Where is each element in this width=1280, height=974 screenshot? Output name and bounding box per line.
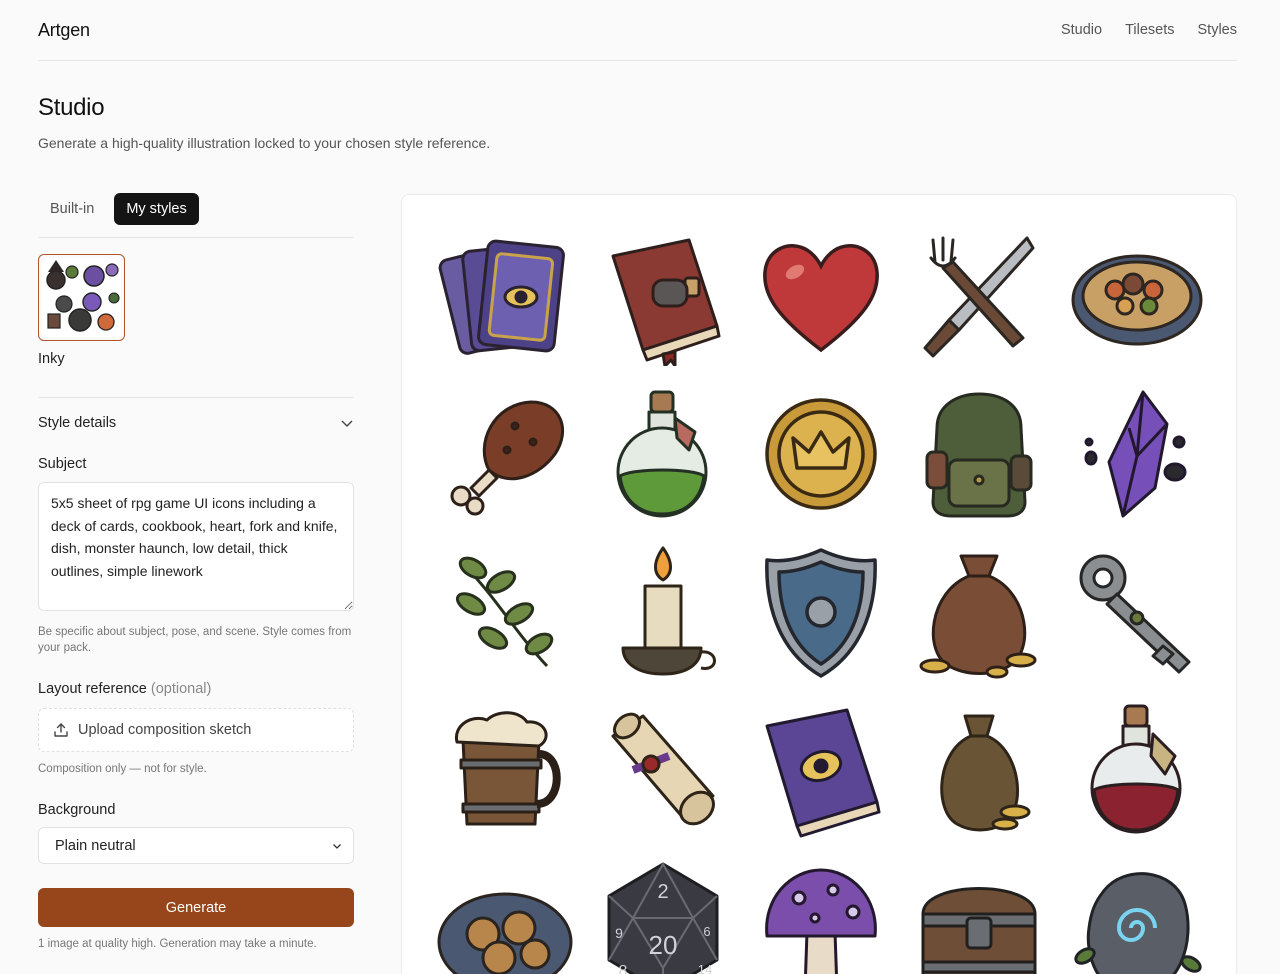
d20-face-6: 6 [703, 924, 710, 939]
grid-cell [900, 849, 1058, 974]
d20-face-8: 8 [619, 963, 628, 974]
page-subtitle: Generate a high-quality illustration loc… [38, 135, 491, 151]
grid-cell [742, 691, 900, 849]
grid-cell [742, 217, 900, 375]
grid-cell [900, 217, 1058, 375]
subject-input[interactable]: 5x5 sheet of rpg game UI icons including… [38, 482, 354, 611]
grid-cell [426, 691, 584, 849]
subject-hint: Be specific about subject, pose, and sce… [38, 626, 352, 654]
grid-cell [1058, 849, 1216, 974]
style-tabs: Built-in My styles [38, 193, 354, 238]
nav-styles[interactable]: Styles [1198, 22, 1238, 38]
small-pouch-icon [940, 714, 1031, 832]
d20-face-2: 2 [657, 881, 668, 903]
upload-label: Upload composition sketch [78, 722, 252, 738]
grid-cell [1058, 533, 1216, 691]
tab-my-styles[interactable]: My styles [114, 193, 199, 225]
generate-hint: 1 image at quality high. Generation may … [38, 938, 317, 950]
grid-cell [426, 533, 584, 691]
grid-cell: 2 20 9 8 14 6 [584, 849, 742, 974]
grid-cell [742, 849, 900, 974]
fork-knife-icon [923, 236, 1035, 358]
grid-cell [1058, 375, 1216, 533]
backpack-icon [925, 392, 1033, 518]
chevron-down-icon [333, 843, 341, 849]
grid-cell [584, 533, 742, 691]
background-value: Plain neutral [55, 837, 136, 854]
key-icon [1079, 554, 1191, 674]
candle-icon [621, 546, 716, 676]
nav-tilesets[interactable]: Tilesets [1125, 22, 1174, 38]
grid-cell [742, 533, 900, 691]
style-pack-card[interactable] [38, 254, 125, 341]
heart-icon [763, 244, 879, 353]
d20-face-20: 20 [649, 930, 678, 960]
nav-studio[interactable]: Studio [1061, 22, 1102, 38]
coin-pouch-icon [919, 554, 1037, 679]
d20-face-9: 9 [615, 925, 623, 941]
main-nav: Studio Tilesets Styles [1061, 22, 1237, 38]
ale-mug-icon [454, 711, 561, 826]
d20-face-14: 14 [698, 962, 712, 974]
mushroom-icon [765, 868, 877, 974]
divider [38, 397, 354, 398]
style-pack-thumbnail [42, 258, 121, 337]
spellbook-icon [765, 708, 881, 838]
page-title: Studio [38, 94, 105, 121]
grid-cell [900, 375, 1058, 533]
style-details-toggle[interactable]: Style details [38, 415, 354, 431]
subject-label: Subject [38, 456, 87, 472]
generation-panel: Built-in My styles Inky Style details Su… [38, 193, 354, 952]
treasure-chest-icon [921, 887, 1037, 974]
crystal-icon [1084, 390, 1187, 518]
grid-cell [584, 375, 742, 533]
cookie-plate-icon [437, 892, 573, 974]
layout-reference-title: Layout reference [38, 681, 147, 697]
result-canvas[interactable]: 2 20 9 8 14 6 [401, 194, 1237, 974]
grid-cell [900, 533, 1058, 691]
grid-cell [426, 375, 584, 533]
red-potion-icon [1090, 704, 1182, 834]
upload-icon [54, 723, 68, 737]
layout-reference-label: Layout reference (optional) [38, 681, 354, 697]
chevron-down-icon [341, 420, 353, 427]
style-pack-name: Inky [38, 351, 65, 367]
top-bar: Artgen Studio Tilesets Styles [38, 0, 1237, 61]
style-details-label: Style details [38, 415, 117, 431]
layout-hint: Composition only — not for style. [38, 763, 207, 775]
rune-stone-icon [1074, 872, 1202, 974]
card-deck-icon [438, 239, 565, 355]
green-potion-icon [616, 390, 708, 518]
meat-haunch-icon [450, 400, 565, 516]
grid-cell [900, 691, 1058, 849]
grid-cell [426, 217, 584, 375]
generate-button[interactable]: Generate [38, 888, 354, 927]
herb-icon [455, 556, 554, 668]
grid-cell [584, 691, 742, 849]
background-label: Background [38, 802, 116, 818]
icon-grid: 2 20 9 8 14 6 [426, 217, 1216, 974]
brand-logo[interactable]: Artgen [38, 20, 90, 41]
grid-cell [1058, 691, 1216, 849]
grid-cell [1058, 217, 1216, 375]
grid-cell [742, 375, 900, 533]
scroll-icon [611, 712, 715, 826]
grid-cell [426, 849, 584, 974]
optional-tag: (optional) [150, 681, 212, 697]
crown-coin-icon [765, 398, 877, 510]
background-select[interactable]: Plain neutral [38, 827, 354, 864]
upload-sketch-button[interactable]: Upload composition sketch [38, 708, 354, 752]
tab-built-in[interactable]: Built-in [38, 193, 106, 225]
shield-icon [765, 548, 877, 678]
d20-icon: 2 20 9 8 14 6 [607, 862, 719, 974]
dish-icon [1071, 254, 1203, 346]
cookbook-icon [611, 238, 721, 366]
grid-cell [584, 217, 742, 375]
